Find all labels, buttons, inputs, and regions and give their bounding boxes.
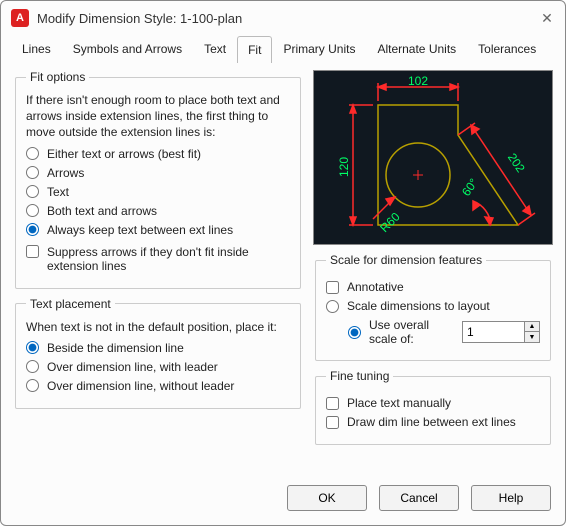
scale-overall-input[interactable] bbox=[348, 326, 361, 339]
text-placement-option-2-label: Over dimension line, without leader bbox=[47, 379, 234, 393]
annotative-input[interactable] bbox=[326, 281, 339, 294]
place-manually-input[interactable] bbox=[326, 397, 339, 410]
text-placement-option-1-input[interactable] bbox=[26, 360, 39, 373]
fit-options-radios: Either text or arrows (best fit) Arrows Te… bbox=[26, 147, 290, 237]
tab-primary-units[interactable]: Primary Units bbox=[272, 35, 366, 62]
fit-option-3-label: Both text and arrows bbox=[47, 204, 157, 218]
draw-dim-input[interactable] bbox=[326, 416, 339, 429]
text-placement-option-1[interactable]: Over dimension line, with leader bbox=[26, 360, 290, 374]
dialog-footer: OK Cancel Help bbox=[1, 475, 565, 525]
draw-dim-label: Draw dim line between ext lines bbox=[347, 415, 516, 429]
fit-option-1-label: Arrows bbox=[47, 166, 84, 180]
dim-102-label: 102 bbox=[408, 75, 428, 88]
scale-layout-input[interactable] bbox=[326, 300, 339, 313]
tab-alternate-units[interactable]: Alternate Units bbox=[366, 35, 467, 62]
spinner-down-icon[interactable]: ▼ bbox=[525, 332, 539, 342]
window-title: Modify Dimension Style: 1-100-plan bbox=[37, 11, 539, 26]
dim-angle bbox=[473, 201, 493, 225]
scale-value-input[interactable] bbox=[462, 321, 524, 343]
scale-overall-label: Use overall scale of: bbox=[369, 318, 450, 346]
fit-option-1[interactable]: Arrows bbox=[26, 166, 290, 180]
cancel-button[interactable]: Cancel bbox=[379, 485, 459, 511]
scale-group: Scale for dimension features Annotative … bbox=[315, 253, 551, 361]
annotative-checkbox[interactable]: Annotative bbox=[326, 280, 540, 294]
dim-60deg-label: 60° bbox=[459, 176, 481, 199]
text-placement-legend: Text placement bbox=[26, 297, 115, 311]
fine-tuning-legend: Fine tuning bbox=[326, 369, 393, 383]
scale-value-spinner[interactable]: ▲ ▼ bbox=[462, 321, 540, 343]
tab-text[interactable]: Text bbox=[193, 35, 237, 62]
text-placement-desc: When text is not in the default position… bbox=[26, 319, 290, 335]
content-area: Fit options If there isn't enough room t… bbox=[1, 64, 565, 475]
dim-diag bbox=[458, 123, 535, 225]
place-manually-label: Place text manually bbox=[347, 396, 451, 410]
suppress-arrows-input[interactable] bbox=[26, 245, 39, 258]
text-placement-group: Text placement When text is not in the d… bbox=[15, 297, 301, 409]
dimension-preview: 102 120 bbox=[313, 70, 553, 245]
spinner-up-icon[interactable]: ▲ bbox=[525, 322, 539, 332]
tab-fit[interactable]: Fit bbox=[237, 36, 272, 63]
preview-crosshair bbox=[413, 170, 423, 180]
app-icon-letter: A bbox=[16, 12, 24, 24]
ok-button[interactable]: OK bbox=[287, 485, 367, 511]
tab-tolerances[interactable]: Tolerances bbox=[467, 35, 547, 62]
tab-strip: LinesSymbols and ArrowsTextFitPrimary Un… bbox=[1, 35, 565, 63]
dim-120-label: 120 bbox=[337, 157, 351, 177]
scale-legend: Scale for dimension features bbox=[326, 253, 486, 267]
scale-overall-radio[interactable]: Use overall scale of: bbox=[348, 318, 450, 346]
fit-option-3-input[interactable] bbox=[26, 204, 39, 217]
text-placement-option-0-label: Beside the dimension line bbox=[47, 341, 184, 355]
annotative-label: Annotative bbox=[347, 280, 404, 294]
scale-overall-row: Use overall scale of: ▲ ▼ bbox=[348, 318, 540, 346]
scale-layout-label: Scale dimensions to layout bbox=[347, 299, 490, 313]
help-button[interactable]: Help bbox=[471, 485, 551, 511]
fit-option-2-label: Text bbox=[47, 185, 69, 199]
close-icon[interactable]: ✕ bbox=[539, 10, 555, 27]
fit-option-0-label: Either text or arrows (best fit) bbox=[47, 147, 201, 161]
dim-r60-label: R60 bbox=[377, 209, 403, 235]
suppress-arrows-label: Suppress arrows if they don't fit inside… bbox=[47, 245, 290, 273]
text-placement-option-1-label: Over dimension line, with leader bbox=[47, 360, 218, 374]
fit-options-desc: If there isn't enough room to place both… bbox=[26, 92, 290, 141]
fit-option-1-input[interactable] bbox=[26, 166, 39, 179]
fit-options-group: Fit options If there isn't enough room t… bbox=[15, 70, 301, 289]
scale-layout-radio[interactable]: Scale dimensions to layout bbox=[326, 299, 540, 313]
text-placement-option-2-input[interactable] bbox=[26, 379, 39, 392]
text-placement-option-0[interactable]: Beside the dimension line bbox=[26, 341, 290, 355]
fit-option-2[interactable]: Text bbox=[26, 185, 290, 199]
dim-left bbox=[349, 105, 373, 225]
right-column: 102 120 bbox=[313, 70, 553, 463]
dim-202-label: 202 bbox=[505, 151, 528, 176]
titlebar: A Modify Dimension Style: 1-100-plan ✕ bbox=[1, 1, 565, 35]
dialog-window: A Modify Dimension Style: 1-100-plan ✕ L… bbox=[0, 0, 566, 526]
suppress-arrows-checkbox[interactable]: Suppress arrows if they don't fit inside… bbox=[26, 245, 290, 273]
fine-tuning-group: Fine tuning Place text manually Draw dim… bbox=[315, 369, 551, 445]
place-manually-checkbox[interactable]: Place text manually bbox=[326, 396, 540, 410]
fit-options-legend: Fit options bbox=[26, 70, 89, 84]
tab-symbols-and-arrows[interactable]: Symbols and Arrows bbox=[62, 35, 193, 62]
text-placement-radios: Beside the dimension line Over dimension … bbox=[26, 341, 290, 393]
draw-dim-checkbox[interactable]: Draw dim line between ext lines bbox=[326, 415, 540, 429]
fit-option-0-input[interactable] bbox=[26, 147, 39, 160]
fit-option-4-label: Always keep text between ext lines bbox=[47, 223, 233, 237]
fit-option-0[interactable]: Either text or arrows (best fit) bbox=[26, 147, 290, 161]
preview-svg: 102 120 bbox=[323, 75, 543, 240]
spinner-arrows: ▲ ▼ bbox=[524, 321, 540, 343]
text-placement-option-2[interactable]: Over dimension line, without leader bbox=[26, 379, 290, 393]
tab-lines[interactable]: Lines bbox=[11, 35, 62, 62]
fit-option-4-input[interactable] bbox=[26, 223, 39, 236]
text-placement-option-0-input[interactable] bbox=[26, 341, 39, 354]
fit-option-3[interactable]: Both text and arrows bbox=[26, 204, 290, 218]
fit-option-2-input[interactable] bbox=[26, 185, 39, 198]
left-column: Fit options If there isn't enough room t… bbox=[13, 70, 303, 463]
app-icon: A bbox=[11, 9, 29, 27]
fit-option-4[interactable]: Always keep text between ext lines bbox=[26, 223, 290, 237]
